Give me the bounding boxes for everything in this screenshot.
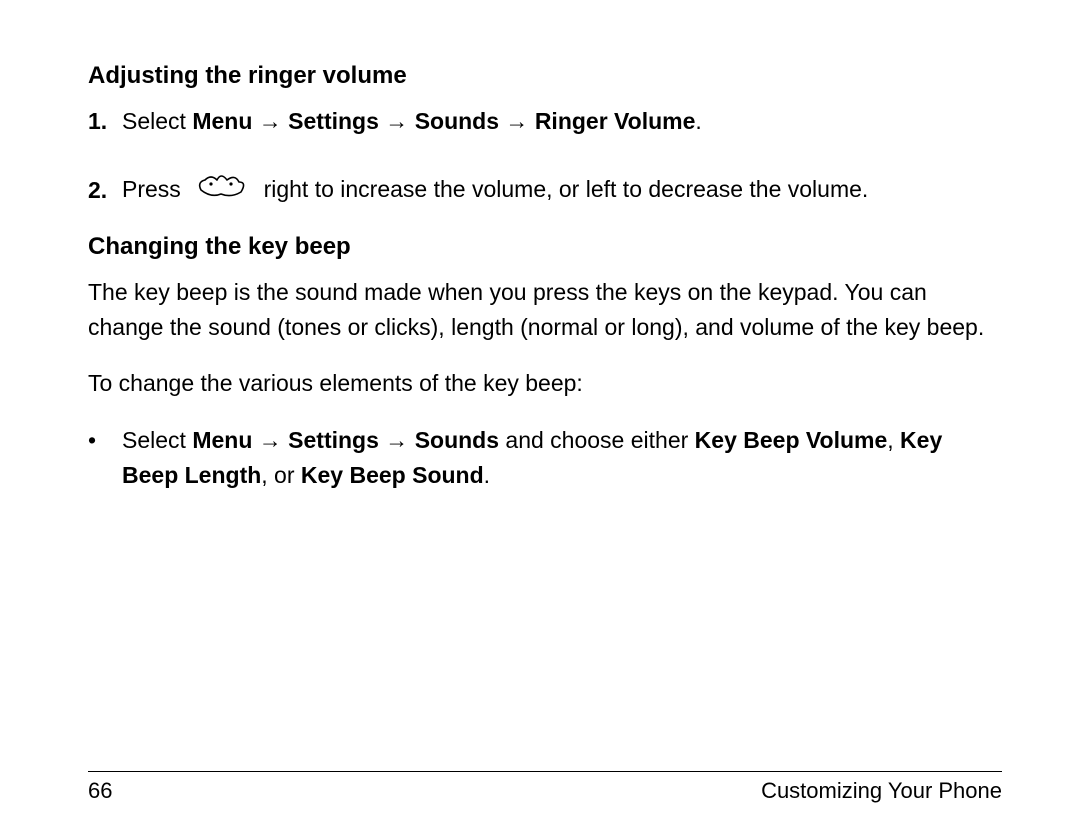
step-2-text: Press right to increase the volume, or l… bbox=[122, 170, 868, 212]
text-prefix: Select bbox=[122, 108, 192, 134]
step-number: 2. bbox=[88, 174, 122, 207]
heading-ringer-volume: Adjusting the ringer volume bbox=[88, 62, 1002, 90]
menu-path-settings: Settings bbox=[288, 108, 379, 134]
bullet-dot: • bbox=[88, 423, 122, 459]
bullet-key-beep-path: • Select Menu → Settings → Sounds and ch… bbox=[88, 423, 1002, 493]
key-beep-sound: Key Beep Sound bbox=[301, 462, 484, 488]
step-2: 2. Press right to increase the volume, o… bbox=[88, 170, 1002, 212]
text-before-icon: Press bbox=[122, 175, 187, 201]
page-number: 66 bbox=[88, 778, 112, 804]
arrow-icon: → bbox=[385, 428, 408, 453]
period: . bbox=[695, 108, 701, 134]
arrow-icon: → bbox=[259, 109, 282, 134]
arrow-icon: → bbox=[505, 109, 528, 134]
text-after-icon: right to increase the volume, or left to… bbox=[257, 175, 868, 201]
step-number: 1. bbox=[88, 105, 122, 138]
arrow-icon: → bbox=[385, 109, 408, 134]
step-1: 1. Select Menu → Settings → Sounds → Rin… bbox=[88, 104, 1002, 140]
document-page: Adjusting the ringer volume 1. Select Me… bbox=[0, 0, 1080, 834]
arrow-icon: → bbox=[259, 428, 282, 453]
comma: , bbox=[887, 427, 900, 453]
paragraph-key-beep-desc: The key beep is the sound made when you … bbox=[88, 275, 1002, 344]
period: . bbox=[484, 462, 490, 488]
footer-title: Customizing Your Phone bbox=[761, 778, 1002, 804]
paragraph-key-beep-instr: To change the various elements of the ke… bbox=[88, 366, 1002, 401]
navigation-key-icon bbox=[191, 170, 251, 210]
heading-key-beep: Changing the key beep bbox=[88, 233, 1002, 261]
page-footer: 66 Customizing Your Phone bbox=[88, 771, 1002, 804]
text-mid: and choose either bbox=[499, 427, 695, 453]
footer-rule bbox=[88, 771, 1002, 772]
menu-path-sounds: Sounds bbox=[415, 108, 499, 134]
menu-path-sounds: Sounds bbox=[415, 427, 499, 453]
text-or: , or bbox=[261, 462, 301, 488]
step-1-text: Select Menu → Settings → Sounds → Ringer… bbox=[122, 104, 702, 140]
menu-path-menu: Menu bbox=[192, 108, 252, 134]
menu-path-menu: Menu bbox=[192, 427, 252, 453]
menu-path-settings: Settings bbox=[288, 427, 379, 453]
key-beep-volume: Key Beep Volume bbox=[695, 427, 888, 453]
bullet-text: Select Menu → Settings → Sounds and choo… bbox=[122, 423, 1002, 493]
text-prefix: Select bbox=[122, 427, 192, 453]
menu-path-ringer-volume: Ringer Volume bbox=[535, 108, 696, 134]
